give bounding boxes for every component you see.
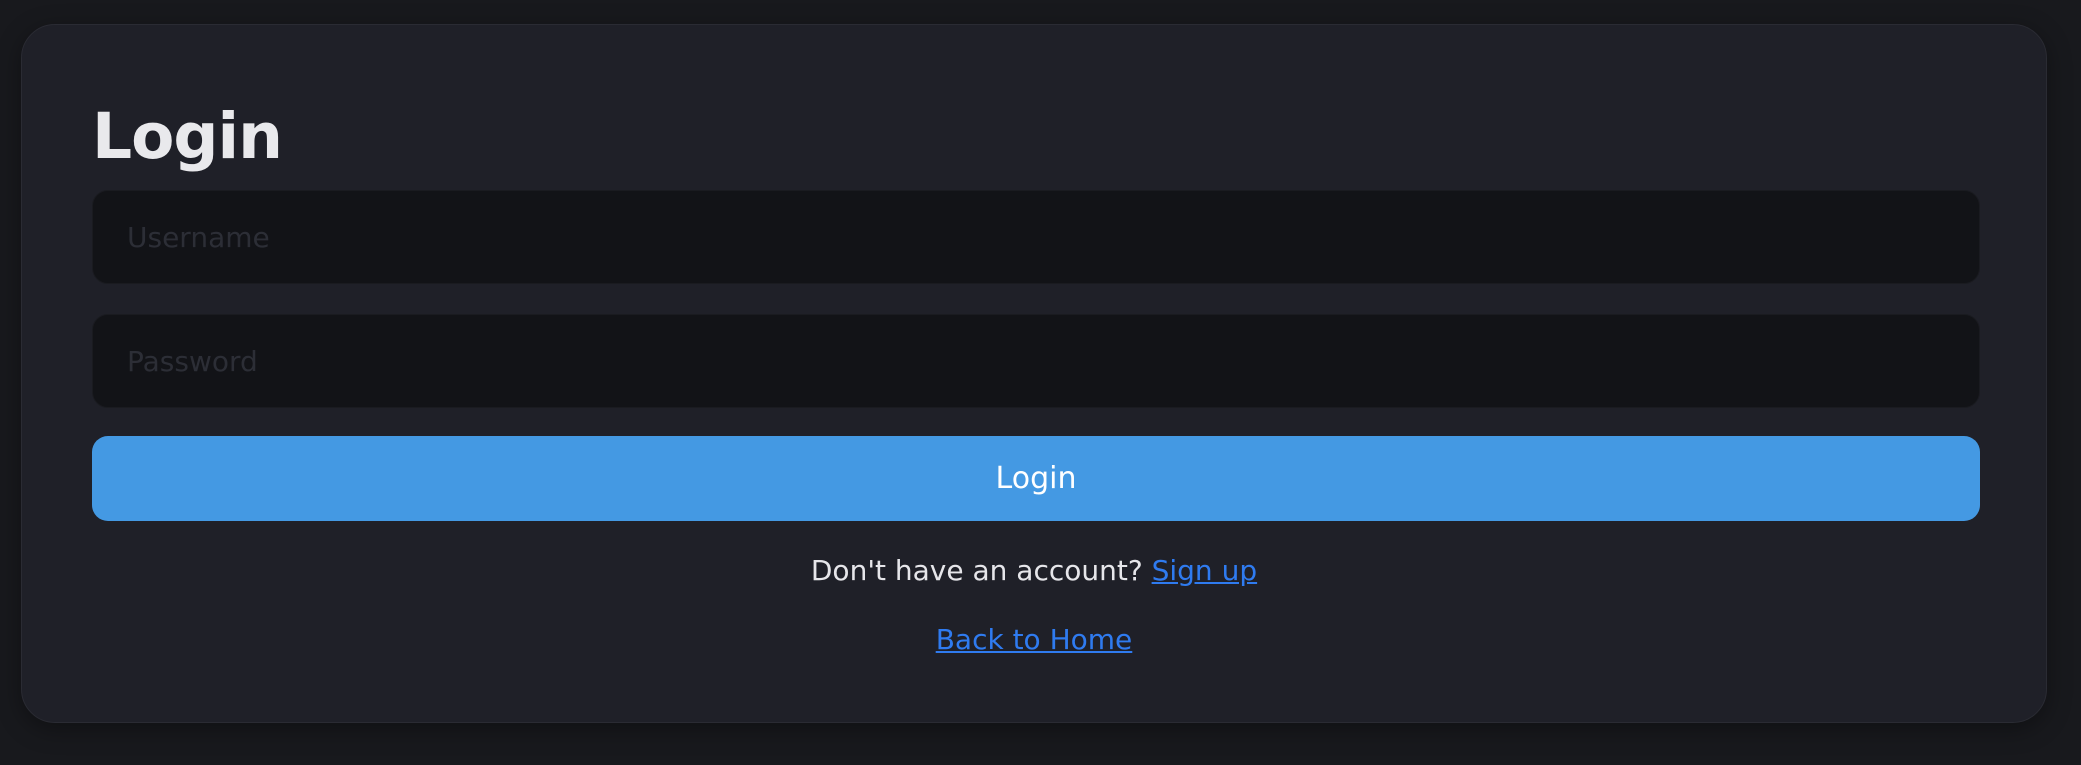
login-card: Login Login Don't have an account? Sign … (21, 24, 2047, 723)
login-button[interactable]: Login (92, 436, 1980, 521)
back-to-home-link[interactable]: Back to Home (936, 623, 1133, 656)
signup-prompt-text: Don't have an account? (810, 554, 1152, 587)
home-link-row: Back to Home (22, 623, 2046, 657)
page-title: Login (92, 100, 283, 173)
signup-link[interactable]: Sign up (1152, 554, 1258, 587)
signup-prompt-row: Don't have an account? Sign up (22, 554, 2046, 588)
password-input[interactable] (92, 314, 1980, 408)
username-input[interactable] (92, 190, 1980, 284)
